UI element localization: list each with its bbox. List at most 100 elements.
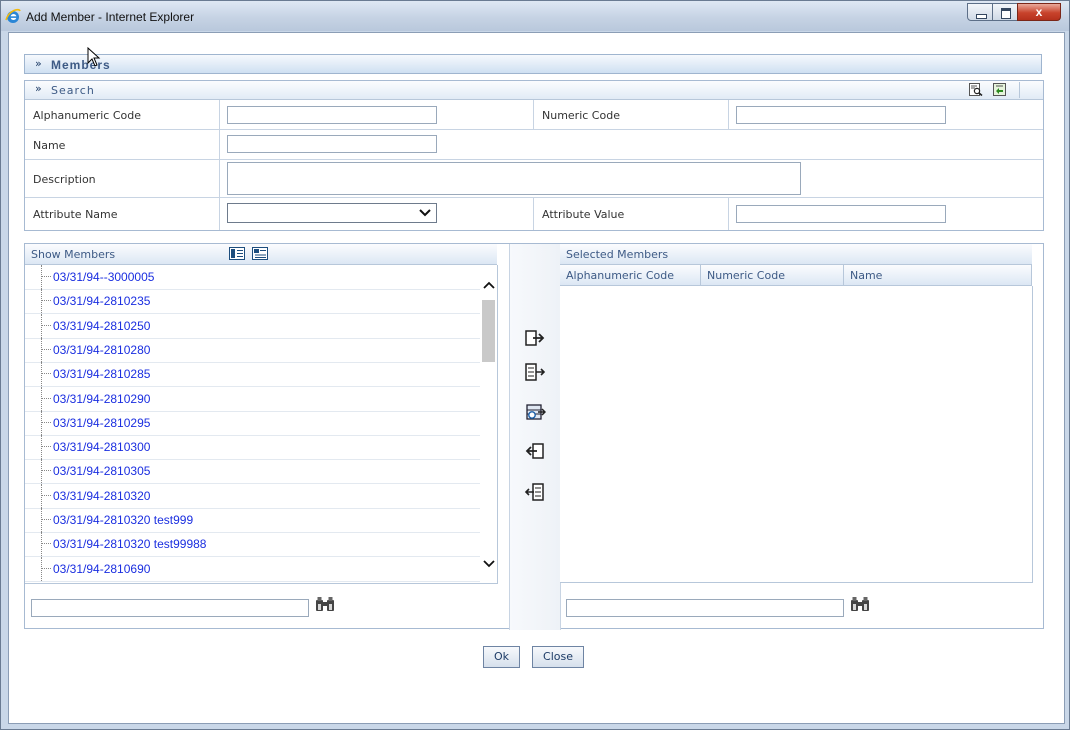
- show-members-find-input[interactable]: [31, 599, 309, 617]
- name-label: Name: [33, 139, 66, 152]
- tree-item[interactable]: 03/31/94-2810320 test999: [25, 508, 480, 533]
- collapse-all-icon[interactable]: [252, 247, 268, 260]
- cell-divider: [219, 198, 220, 230]
- transfer-controls: [509, 244, 561, 630]
- search-title: Search: [51, 84, 95, 97]
- description-input[interactable]: [227, 162, 801, 195]
- attribute-value-label: Attribute Value: [542, 208, 625, 221]
- selected-members-find-input[interactable]: [566, 599, 844, 617]
- tree-connector: [41, 324, 51, 326]
- tree-item-label[interactable]: 03/31/94-2810305: [53, 464, 150, 478]
- column-header-label: Name: [850, 269, 883, 282]
- tree-connector: [41, 289, 42, 314]
- move-selected-right-icon[interactable]: [524, 328, 546, 348]
- tree-item[interactable]: 03/31/94-2810250: [25, 313, 480, 339]
- tree-item-label[interactable]: 03/31/94--3000005: [53, 270, 154, 284]
- search-row-attributes: Attribute Name Attribute Value: [25, 198, 1043, 230]
- scroll-up-icon[interactable]: [483, 279, 495, 291]
- tree-connector: [41, 373, 51, 375]
- tree-connector: [41, 567, 51, 569]
- reset-icon[interactable]: [993, 83, 1007, 96]
- show-members-header: Show Members: [25, 244, 497, 265]
- tree-connector: [41, 519, 51, 520]
- members-panel: Show Members 03/31/94--3000005 03/31/94-…: [24, 243, 1044, 630]
- tree-connector: [41, 470, 51, 472]
- tree-item-label[interactable]: 03/31/94-2810285: [53, 367, 150, 381]
- dialog-content: » Members » Search Alphanumeric Code Num…: [8, 32, 1065, 724]
- tree-connector: [41, 410, 42, 435]
- scroll-down-icon[interactable]: [483, 558, 495, 570]
- alphanumeric-code-input[interactable]: [227, 106, 437, 124]
- add-member-window: Add Member - Internet Explorer x » Membe…: [0, 0, 1070, 730]
- attribute-name-label: Attribute Name: [33, 208, 118, 221]
- maximize-button[interactable]: [992, 3, 1018, 21]
- attribute-value-input[interactable]: [736, 205, 946, 223]
- column-header-numeric-code[interactable]: Numeric Code: [701, 265, 844, 286]
- header-separator: [1019, 82, 1020, 98]
- tree-connector: [41, 337, 42, 362]
- column-header-alphanumeric-code[interactable]: Alphanumeric Code: [560, 265, 701, 286]
- expand-all-icon[interactable]: [229, 247, 245, 260]
- move-selected-left-icon[interactable]: [524, 441, 546, 461]
- tree-item-label[interactable]: 03/31/94-2810320: [53, 489, 150, 503]
- tree-item-label[interactable]: 03/31/94-2810690: [53, 562, 150, 576]
- tree-item[interactable]: 03/31/94-2810235: [25, 289, 480, 315]
- tree-item-label[interactable]: 03/31/94-2810290: [53, 392, 150, 406]
- tree-item[interactable]: 03/31/94-2810280: [25, 337, 480, 363]
- tree-item[interactable]: 03/31/94-2810290: [25, 386, 480, 412]
- column-header-name[interactable]: Name: [844, 265, 1032, 286]
- binoculars-icon[interactable]: [315, 596, 335, 612]
- tree-item-label[interactable]: 03/31/94-2810280: [53, 343, 150, 357]
- cell-divider: [533, 198, 534, 230]
- tree-item-label[interactable]: 03/31/94-2810300: [53, 440, 150, 454]
- binoculars-icon[interactable]: [850, 596, 870, 612]
- close-button[interactable]: Close: [532, 646, 584, 668]
- tree-item[interactable]: 03/31/94-2810320: [25, 483, 480, 509]
- tree-connector: [41, 386, 42, 411]
- members-section-header[interactable]: » Members: [24, 54, 1042, 74]
- tree-item[interactable]: 03/31/94-2810300: [25, 435, 480, 461]
- tree-scrollbar[interactable]: [480, 265, 497, 583]
- alphanumeric-code-label: Alphanumeric Code: [33, 109, 141, 122]
- tree-connector: [41, 494, 51, 496]
- internet-explorer-icon: [5, 8, 21, 23]
- tree-item[interactable]: 03/31/94-2810285: [25, 362, 480, 388]
- attribute-name-select[interactable]: [227, 203, 437, 223]
- move-all-right-icon[interactable]: [524, 362, 546, 382]
- ok-button[interactable]: Ok: [483, 646, 520, 668]
- tree-item[interactable]: 03/31/94-2810690: [25, 556, 480, 582]
- tree-item[interactable]: 03/31/94-2810320 test99988: [25, 532, 480, 558]
- tree-item[interactable]: 03/31/94-2810295: [25, 410, 480, 436]
- minimize-button[interactable]: [967, 3, 993, 21]
- numeric-code-input[interactable]: [736, 106, 946, 124]
- window-controls: x: [967, 3, 1061, 22]
- tree-item-label[interactable]: 03/31/94-2810295: [53, 416, 150, 430]
- selected-members-title: Selected Members: [566, 248, 669, 261]
- close-window-button[interactable]: x: [1017, 3, 1061, 21]
- tree-item[interactable]: 03/31/94-2810305: [25, 459, 480, 485]
- scroll-thumb[interactable]: [482, 300, 495, 362]
- tree-item-label[interactable]: 03/31/94-2810250: [53, 319, 150, 333]
- tree-item[interactable]: 03/31/94--3000005: [25, 265, 480, 290]
- search-header[interactable]: » Search: [25, 81, 1043, 100]
- tree-connector: [41, 483, 42, 508]
- tree-item-label[interactable]: 03/31/94-2810320 test999: [53, 513, 193, 527]
- cell-divider: [728, 198, 729, 230]
- move-all-left-icon[interactable]: [524, 482, 546, 502]
- search-panel: » Search Alphanumeric Code Numeric Code …: [24, 80, 1044, 231]
- tree-item-label[interactable]: 03/31/94-2810320 test99988: [53, 537, 206, 551]
- expand-chevron-icon: »: [35, 57, 42, 70]
- search-icon[interactable]: [969, 83, 983, 96]
- show-members-tree[interactable]: 03/31/94--3000005 03/31/94-2810235 03/31/9…: [25, 265, 498, 584]
- cell-divider: [728, 100, 729, 129]
- selected-members-list[interactable]: [560, 286, 1033, 583]
- window-title: Add Member - Internet Explorer: [26, 10, 195, 24]
- tree-connector: [41, 300, 51, 302]
- tree-connector: [41, 556, 42, 581]
- mouse-cursor-icon: [87, 47, 101, 67]
- tree-item-label[interactable]: 03/31/94-2810235: [53, 294, 150, 308]
- cell-divider: [533, 100, 534, 129]
- title-bar[interactable]: Add Member - Internet Explorer x: [1, 1, 1069, 31]
- name-input[interactable]: [227, 135, 437, 153]
- advanced-select-icon[interactable]: [524, 402, 546, 422]
